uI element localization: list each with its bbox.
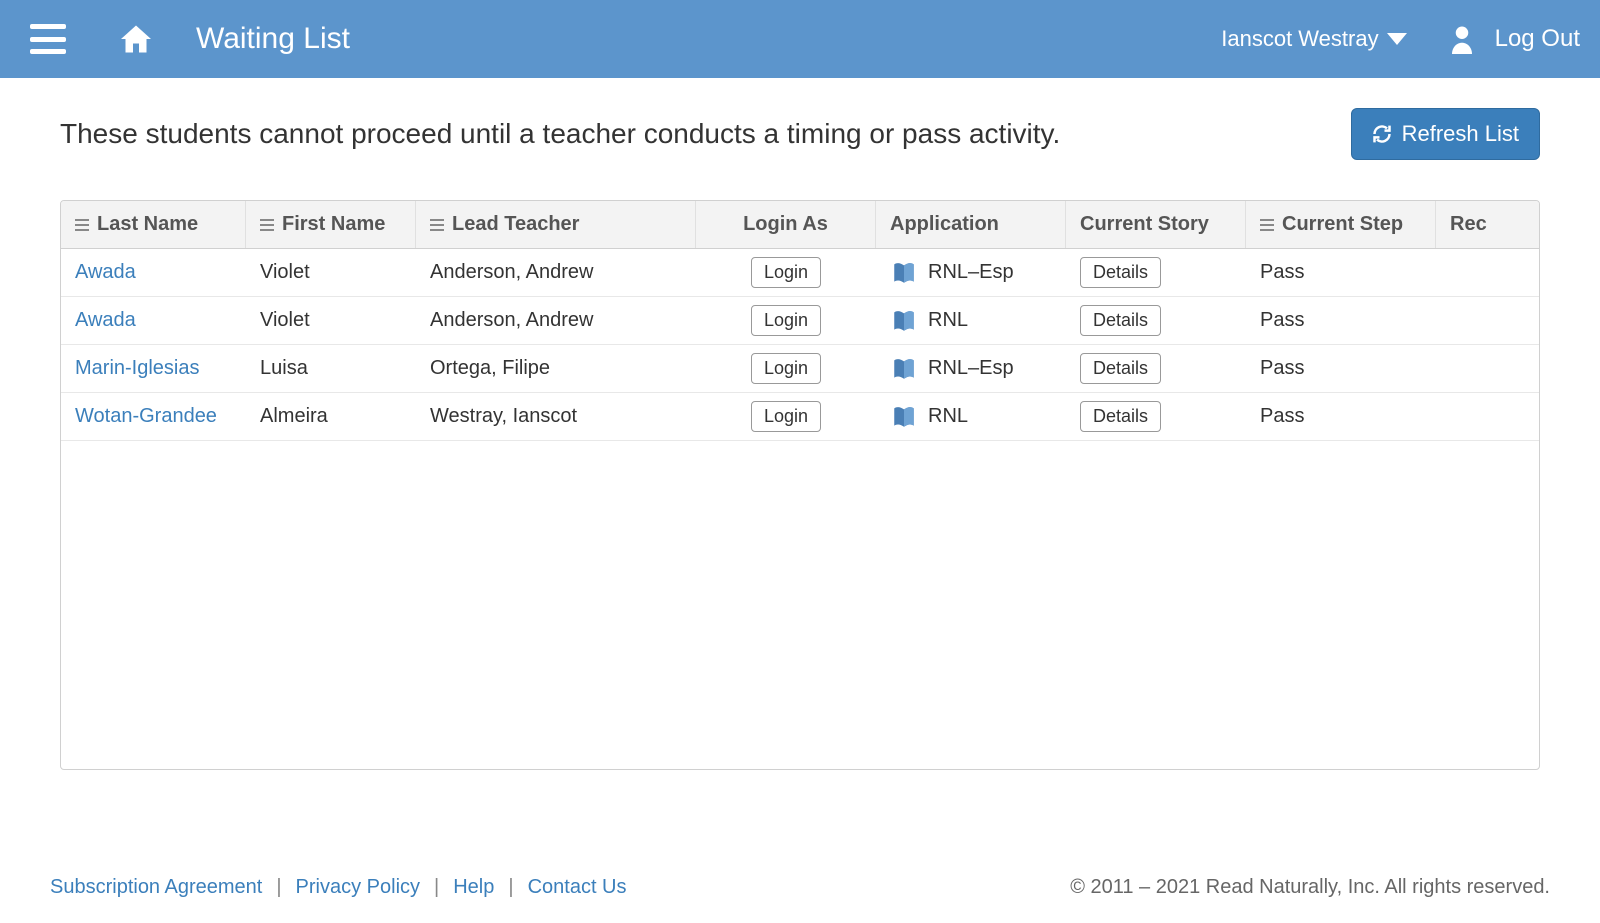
sort-icon bbox=[75, 219, 89, 231]
col-header-current-story[interactable]: Current Story bbox=[1066, 201, 1246, 248]
student-current-step: Pass bbox=[1246, 405, 1436, 428]
details-button[interactable]: Details bbox=[1080, 305, 1161, 336]
menu-icon[interactable] bbox=[30, 24, 66, 54]
user-dropdown[interactable]: Ianscot Westray bbox=[1221, 26, 1406, 52]
col-header-login-as[interactable]: Login As bbox=[696, 201, 876, 248]
col-header-first-name[interactable]: First Name bbox=[246, 201, 416, 248]
col-header-application[interactable]: Application bbox=[876, 201, 1066, 248]
table-row: Awada VioletAnderson, Andrew Login RNL Detai… bbox=[61, 297, 1539, 345]
page-title: Waiting List bbox=[196, 22, 350, 56]
login-as-button[interactable]: Login bbox=[751, 305, 821, 336]
student-application: RNL–Esp bbox=[876, 356, 1066, 382]
col-header-rec[interactable]: Rec bbox=[1436, 201, 1516, 248]
student-current-step: Pass bbox=[1246, 261, 1436, 284]
table-header-row: Last Name First Name Lead Teacher Login … bbox=[61, 201, 1539, 249]
book-icon bbox=[890, 404, 918, 430]
footer-links: Subscription Agreement | Privacy Policy … bbox=[50, 876, 627, 899]
login-as-button[interactable]: Login bbox=[751, 353, 821, 384]
details-button[interactable]: Details bbox=[1080, 401, 1161, 432]
student-first-name: Violet bbox=[246, 309, 416, 332]
login-as-button[interactable]: Login bbox=[751, 401, 821, 432]
logout-link[interactable]: Log Out bbox=[1495, 25, 1580, 53]
refresh-label: Refresh List bbox=[1402, 121, 1519, 147]
sort-icon bbox=[1260, 219, 1274, 231]
student-last-name-link[interactable]: Awada bbox=[75, 261, 136, 284]
book-icon bbox=[890, 356, 918, 382]
student-application: RNL–Esp bbox=[876, 260, 1066, 286]
chevron-down-icon bbox=[1387, 33, 1407, 45]
student-last-name-link[interactable]: Marin-Iglesias bbox=[75, 357, 199, 380]
sort-icon bbox=[260, 219, 274, 231]
user-name-label: Ianscot Westray bbox=[1221, 26, 1378, 52]
student-first-name: Almeira bbox=[246, 405, 416, 428]
col-header-last-name[interactable]: Last Name bbox=[61, 201, 246, 248]
copyright: © 2011 – 2021 Read Naturally, Inc. All r… bbox=[1070, 876, 1550, 899]
students-table: Last Name First Name Lead Teacher Login … bbox=[60, 200, 1540, 770]
home-icon[interactable] bbox=[116, 21, 156, 57]
footer: Subscription Agreement | Privacy Policy … bbox=[0, 876, 1600, 899]
book-icon bbox=[890, 260, 918, 286]
sort-icon bbox=[430, 219, 444, 231]
table-row: Wotan-Grandee AlmeiraWestray, Ianscot Logi… bbox=[61, 393, 1539, 441]
student-first-name: Luisa bbox=[246, 357, 416, 380]
student-first-name: Violet bbox=[246, 261, 416, 284]
table-row: Awada VioletAnderson, Andrew Login RNL–Esp D… bbox=[61, 249, 1539, 297]
page-subtitle: These students cannot proceed until a te… bbox=[60, 118, 1060, 150]
footer-link-help[interactable]: Help bbox=[453, 876, 494, 899]
student-last-name-link[interactable]: Wotan-Grandee bbox=[75, 405, 217, 428]
student-application: RNL bbox=[876, 308, 1066, 334]
col-header-current-step[interactable]: Current Step bbox=[1246, 201, 1436, 248]
col-header-lead-teacher[interactable]: Lead Teacher bbox=[416, 201, 696, 248]
details-button[interactable]: Details bbox=[1080, 353, 1161, 384]
footer-link-privacy[interactable]: Privacy Policy bbox=[296, 876, 420, 899]
table-row: Marin-Iglesias LuisaOrtega, Filipe Login RN… bbox=[61, 345, 1539, 393]
details-button[interactable]: Details bbox=[1080, 257, 1161, 288]
student-application: RNL bbox=[876, 404, 1066, 430]
refresh-list-button[interactable]: Refresh List bbox=[1351, 108, 1540, 160]
refresh-icon bbox=[1372, 124, 1392, 144]
student-lead-teacher: Anderson, Andrew bbox=[416, 261, 696, 284]
footer-link-subscription[interactable]: Subscription Agreement bbox=[50, 876, 262, 899]
student-lead-teacher: Anderson, Andrew bbox=[416, 309, 696, 332]
student-last-name-link[interactable]: Awada bbox=[75, 309, 136, 332]
user-icon[interactable] bbox=[1447, 21, 1477, 57]
student-lead-teacher: Ortega, Filipe bbox=[416, 357, 696, 380]
book-icon bbox=[890, 308, 918, 334]
student-current-step: Pass bbox=[1246, 357, 1436, 380]
top-nav-bar: Waiting List Ianscot Westray Log Out bbox=[0, 0, 1600, 78]
student-current-step: Pass bbox=[1246, 309, 1436, 332]
login-as-button[interactable]: Login bbox=[751, 257, 821, 288]
student-lead-teacher: Westray, Ianscot bbox=[416, 405, 696, 428]
footer-link-contact[interactable]: Contact Us bbox=[528, 876, 627, 899]
